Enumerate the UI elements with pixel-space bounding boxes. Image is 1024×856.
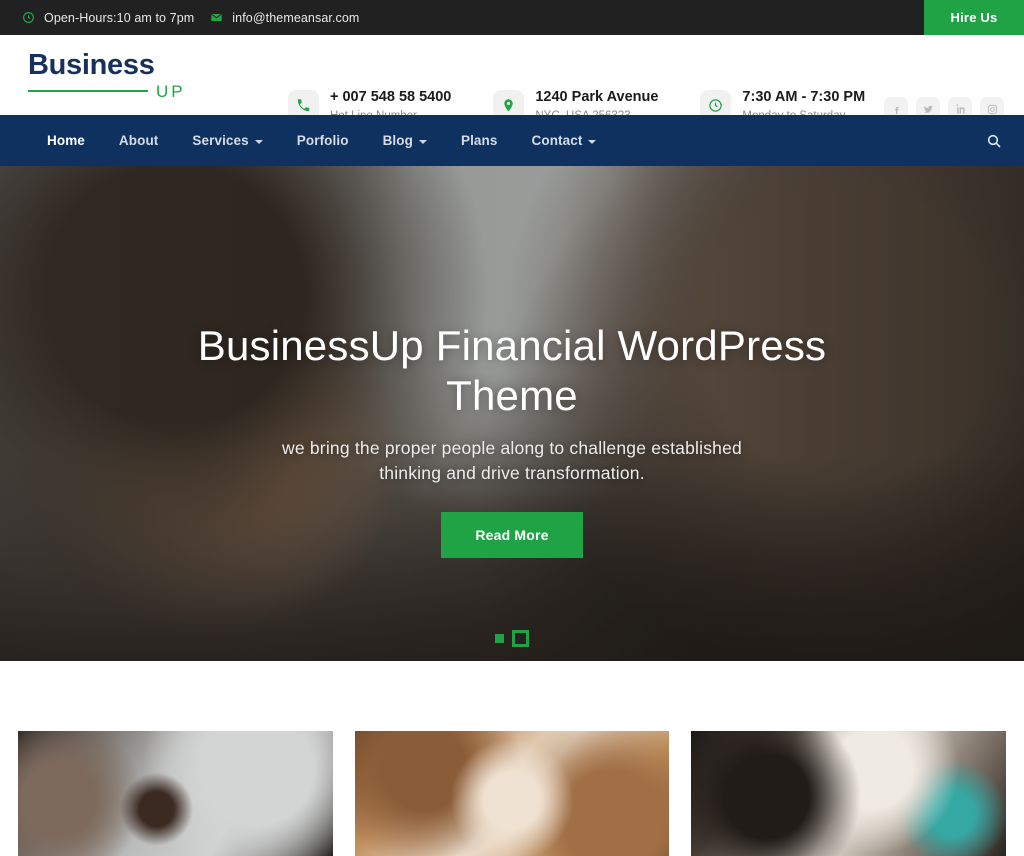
chevron-down-icon <box>588 139 597 144</box>
business-meeting-card[interactable] <box>691 731 1007 856</box>
nav-item-porfolio[interactable]: Porfolio <box>280 133 366 148</box>
email-text: info@themeansar.com <box>232 10 360 25</box>
phone-number: + 007 548 58 5400 <box>330 89 452 105</box>
logo-text-up: UP <box>156 81 186 101</box>
logo-underline <box>28 90 148 92</box>
nav-item-plans-label: Plans <box>460 133 498 148</box>
nav-item-home[interactable]: Home <box>30 133 102 148</box>
slider-dot-1[interactable] <box>495 634 504 643</box>
slider-dot-2-active[interactable] <box>512 630 529 647</box>
nav-item-about-label: About <box>118 133 159 148</box>
search-icon[interactable] <box>986 133 1002 149</box>
nav-item-plans[interactable]: Plans <box>444 133 515 148</box>
site-logo[interactable]: Business UP <box>0 48 250 100</box>
clock-icon <box>22 11 35 24</box>
main-navigation: Home About Services Porfolio Blog Plans … <box>0 115 1024 166</box>
top-bar-info: Open-Hours:10 am to 7pm info@themeansar.… <box>0 0 359 35</box>
hours-range: 7:30 AM - 7:30 PM <box>742 89 866 105</box>
card-image <box>354 731 670 856</box>
chevron-down-icon <box>254 139 263 144</box>
hero-content: BusinessUp Financial WordPress Theme we … <box>0 166 1024 661</box>
open-hours-item: Open-Hours:10 am to 7pm <box>22 11 194 25</box>
chevron-down-icon <box>418 139 427 144</box>
card-image <box>18 731 333 856</box>
address-line1: 1240 Park Avenue <box>535 89 659 105</box>
envelope-icon <box>210 11 223 24</box>
nav-item-blog-label: Blog <box>382 133 413 148</box>
site-header: Business UP + 007 548 58 5400 Hot Line N… <box>0 35 1024 122</box>
nav-item-services-label: Services <box>192 133 249 148</box>
feature-cards <box>0 661 1024 856</box>
hero-title: BusinessUp Financial WordPress Theme <box>197 322 827 419</box>
nav-item-contact[interactable]: Contact <box>515 133 614 148</box>
hero-subtitle: we bring the proper people along to chal… <box>282 438 742 484</box>
slider-pagination <box>495 630 529 647</box>
card-image <box>691 731 1007 856</box>
logo-text-business: Business <box>28 48 155 81</box>
open-hours-text: Open-Hours:10 am to 7pm <box>44 10 195 25</box>
nav-item-home-label: Home <box>47 133 85 148</box>
hero-slider: BusinessUp Financial WordPress Theme we … <box>0 166 1024 661</box>
top-bar: Open-Hours:10 am to 7pm info@themeansar.… <box>0 0 1024 35</box>
logo-second-row: UP <box>28 83 250 100</box>
hire-us-button[interactable]: Hire Us <box>924 0 1024 35</box>
nav-items: Home About Services Porfolio Blog Plans … <box>0 133 613 148</box>
nav-item-services[interactable]: Services <box>175 133 279 148</box>
nav-item-blog[interactable]: Blog <box>366 133 444 148</box>
nav-item-about[interactable]: About <box>102 133 175 148</box>
nav-item-contact-label: Contact <box>531 133 583 148</box>
team-hands-together-card[interactable] <box>354 731 670 856</box>
woman-at-laptop-card[interactable] <box>18 731 333 856</box>
email-item[interactable]: info@themeansar.com <box>210 11 359 25</box>
feature-cards-section <box>0 661 1024 856</box>
read-more-button[interactable]: Read More <box>441 511 583 558</box>
nav-item-porfolio-label: Porfolio <box>296 133 349 148</box>
